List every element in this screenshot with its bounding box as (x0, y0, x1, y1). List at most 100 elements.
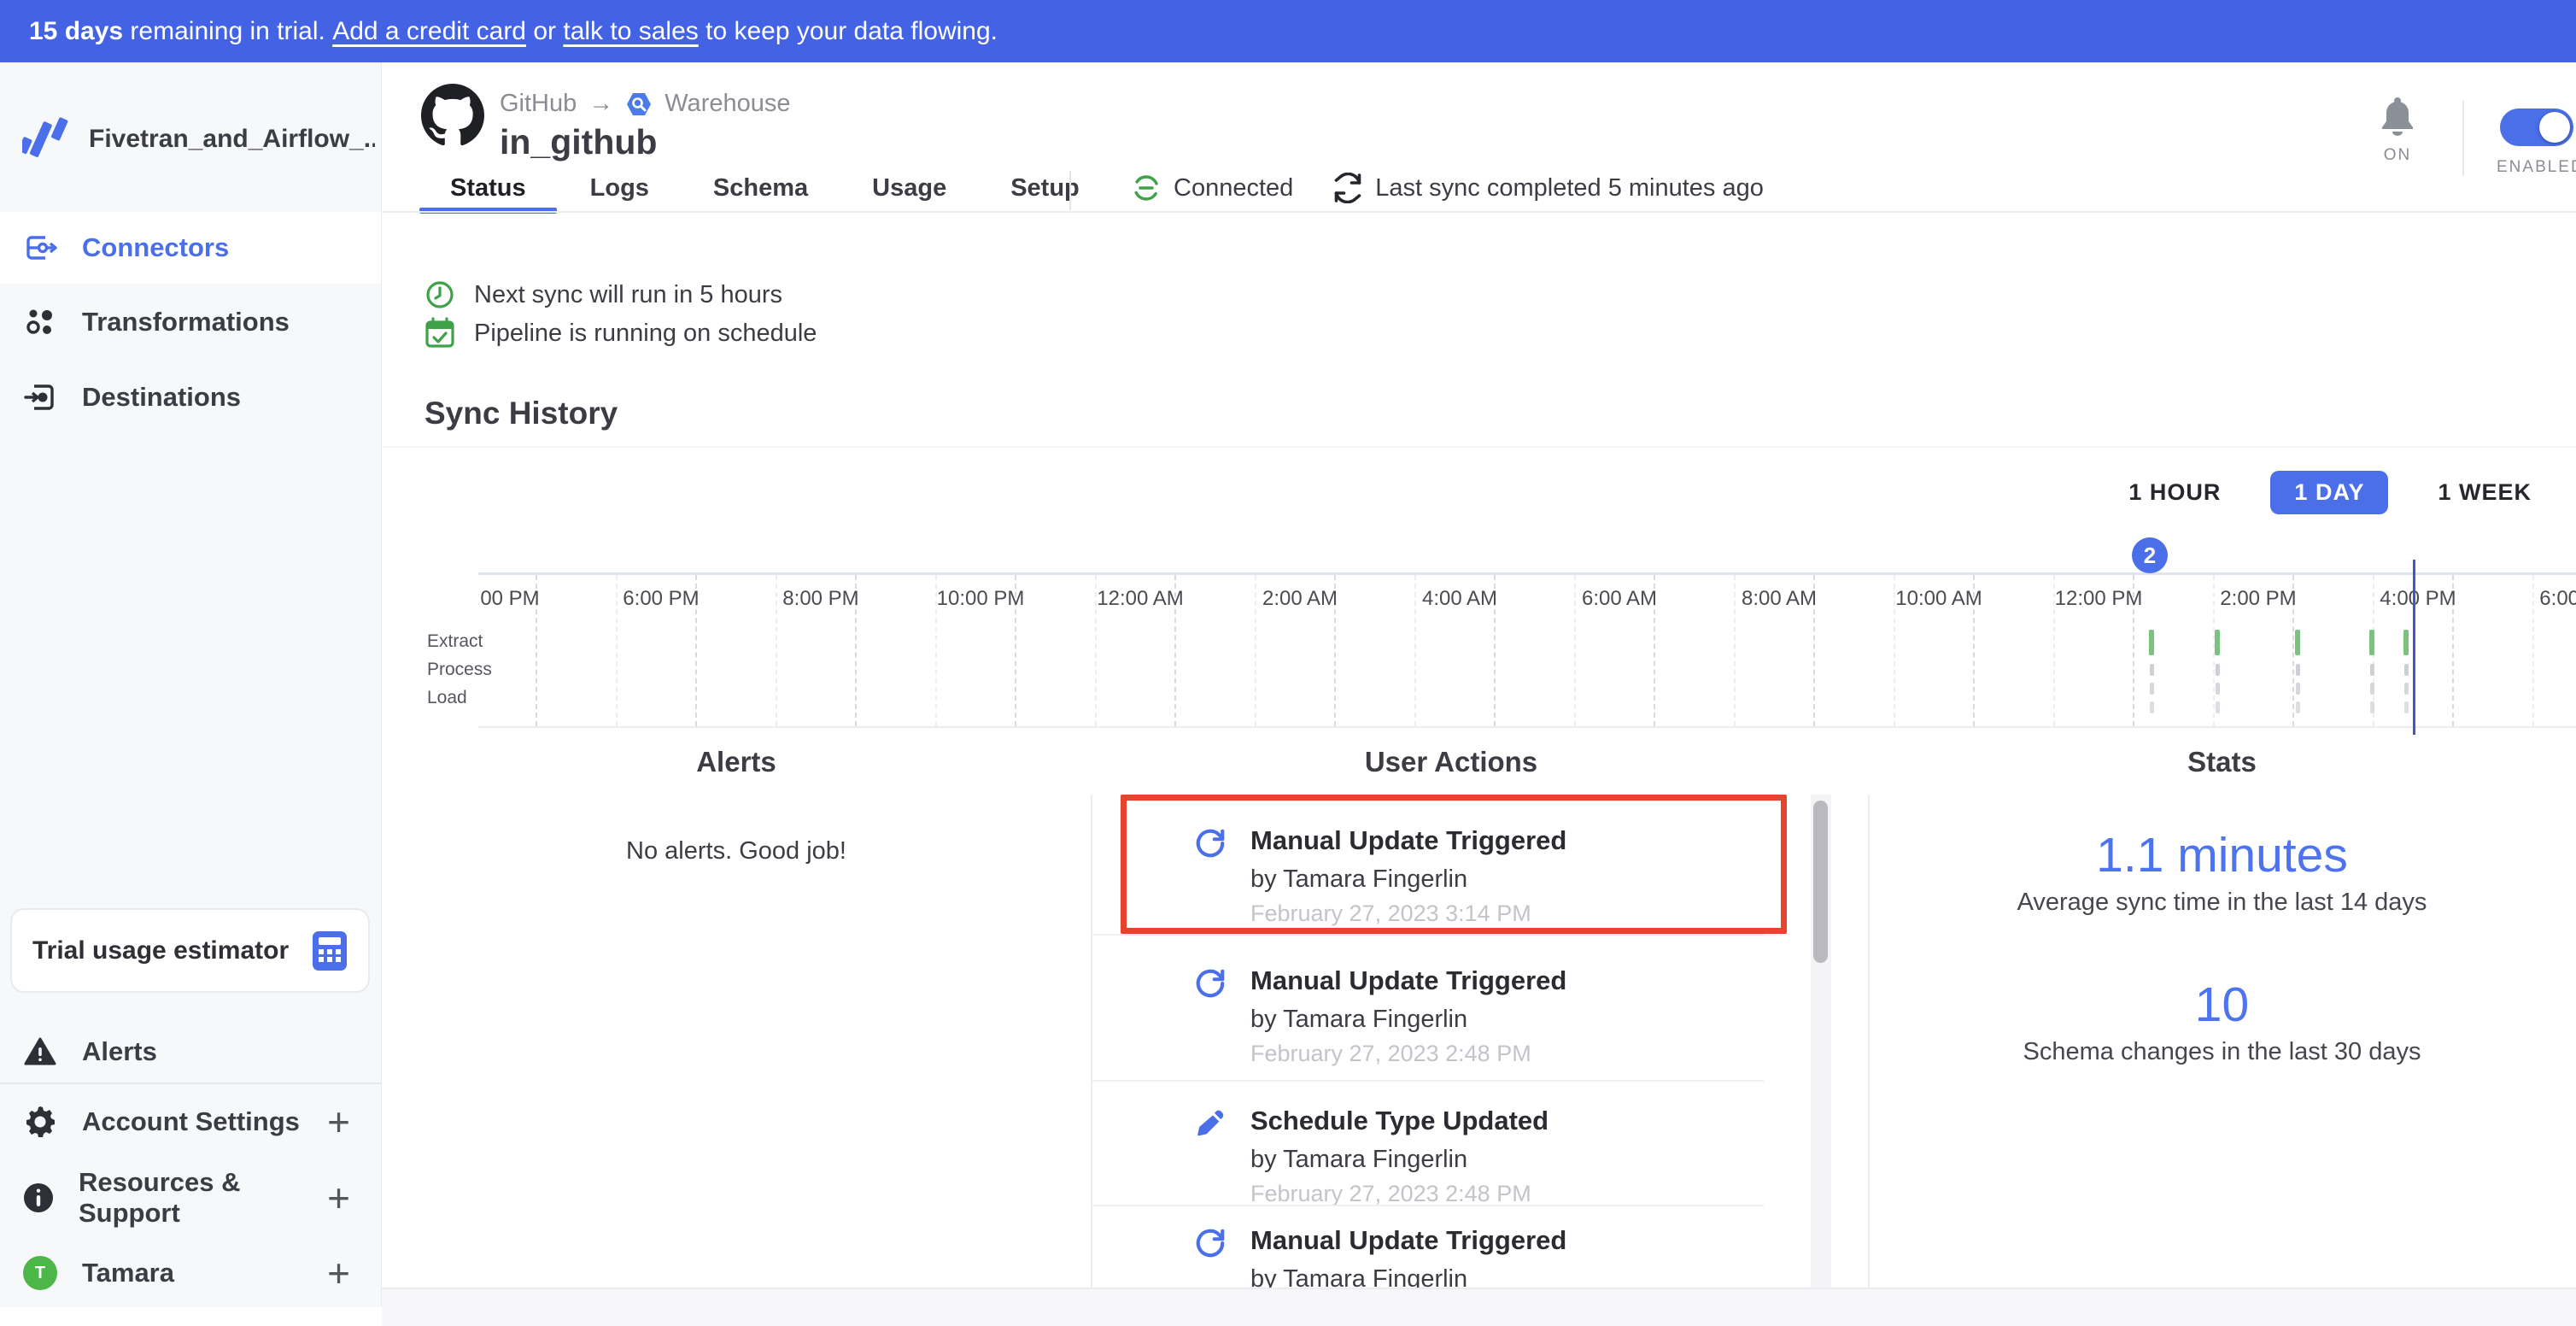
info-circle-icon (22, 1182, 55, 1214)
action-author: by Tamara Fingerlin (1250, 1143, 1549, 1176)
sync-dash (2370, 683, 2374, 695)
tab-status[interactable]: Status (450, 174, 526, 202)
expand-plus-icon[interactable]: + (327, 1181, 350, 1215)
scrollbar-track[interactable] (1811, 795, 1831, 1288)
sync-count-badge[interactable]: 2 (2132, 537, 2168, 573)
header-divider (2462, 101, 2464, 176)
trial-days: 15 days (29, 17, 123, 46)
sidebar: Fivetran_and_Airflow_... Connectors Tran… (0, 62, 382, 1307)
time-axis-label: 10:00 PM (916, 587, 1045, 611)
time-axis-label: 12:00 AM (1076, 587, 1204, 611)
range-1-day[interactable]: 1 DAY (2270, 471, 2388, 514)
header-divider (1069, 171, 1071, 210)
stat-schema-changes: 10 (1868, 977, 2576, 1033)
sidebar-item-label: Destinations (82, 382, 241, 413)
row-label-load: Load (427, 688, 477, 708)
time-axis-label: 12:00 PM (2034, 587, 2163, 611)
list-divider (1091, 1080, 1764, 1082)
stat-avg-sync-time: 1.1 minutes (1868, 827, 2576, 883)
breadcrumb-source[interactable]: GitHub (500, 90, 577, 118)
add-credit-card-link[interactable]: Add a credit card (332, 17, 526, 46)
current-time-marker (2413, 560, 2415, 735)
transformations-icon (22, 305, 58, 339)
alerts-empty-text: No alerts. Good job! (382, 837, 1091, 865)
sidebar-item-destinations[interactable]: Destinations (0, 361, 381, 433)
sync-refresh-icon[interactable] (1332, 173, 1363, 203)
sidebar-item-label: Transformations (82, 307, 290, 337)
time-axis-label: 4:00 PM (478, 587, 565, 611)
trial-usage-label: Trial usage estimator (32, 936, 289, 965)
timeline-plot: 4:00 PM6:00 PM8:00 PM10:00 PM12:00 AM2:0… (478, 572, 2576, 728)
fivetran-logo-icon (22, 112, 72, 167)
stat-schema-changes-label: Schema changes in the last 30 days (1868, 1038, 2576, 1066)
sync-dash (2150, 701, 2154, 713)
user-action-item[interactable]: Manual Update Triggered by Tamara Finger… (1194, 965, 1777, 1068)
scrollbar-thumb[interactable] (1813, 801, 1828, 963)
breadcrumb-arrow-icon: → (588, 90, 613, 118)
stat-avg-sync-time-label: Average sync time in the last 14 days (1868, 889, 2576, 917)
notifications-state-label: ON (2355, 146, 2440, 165)
breadcrumb-destination[interactable]: Warehouse (664, 90, 790, 118)
avatar: T (23, 1256, 57, 1290)
enabled-control: ENABLED (2497, 109, 2576, 177)
time-axis-label: 10:00 AM (1875, 587, 2003, 611)
time-axis-label: 8:00 PM (757, 587, 885, 611)
range-1-week[interactable]: 1 WEEK (2438, 479, 2532, 506)
github-logo-icon (421, 84, 484, 147)
trial-banner: 15 days remaining in trial. Add a credit… (0, 0, 2576, 62)
sync-dash (2296, 701, 2300, 713)
sync-tick-extract (2369, 630, 2374, 655)
sidebar-item-resources-support[interactable]: Resources & Support + (0, 1168, 381, 1228)
clock-icon (424, 279, 455, 310)
sync-dash (2150, 664, 2154, 676)
next-sync-note: Next sync will run in 5 hours (424, 278, 782, 312)
expand-plus-icon[interactable]: + (327, 1105, 350, 1139)
enabled-toggle[interactable] (2500, 109, 2573, 146)
sync-history-chart: Extract Process Load 4:00 PM6:00 PM8:00 … (382, 541, 2576, 750)
action-title: Schedule Type Updated (1250, 1106, 1549, 1136)
sync-dash (2370, 664, 2374, 676)
sync-dash (2216, 664, 2220, 676)
sidebar-item-transformations[interactable]: Transformations (0, 286, 381, 358)
trial-usage-estimator[interactable]: Trial usage estimator (10, 908, 370, 993)
notifications-control[interactable]: ON (2355, 97, 2440, 165)
sync-dash (2404, 701, 2409, 713)
calendar-check-icon (424, 317, 455, 349)
connectors-icon (22, 230, 58, 266)
sidebar-item-account-settings[interactable]: Account Settings + (0, 1092, 381, 1152)
time-axis-label: 2:00 PM (2194, 587, 2322, 611)
sync-dash (2296, 683, 2300, 695)
action-title: Manual Update Triggered (1250, 825, 1566, 856)
gear-icon (22, 1105, 58, 1139)
tab-logs[interactable]: Logs (590, 174, 649, 202)
sidebar-item-user[interactable]: T Tamara + (0, 1243, 381, 1303)
footer-strip (382, 1288, 2576, 1326)
account-switcher[interactable]: Fivetran_and_Airflow_... (22, 112, 375, 167)
warehouse-icon (625, 91, 653, 118)
row-label-extract: Extract (427, 631, 477, 652)
sidebar-item-alerts[interactable]: Alerts (0, 1022, 381, 1082)
sidebar-divider (0, 1083, 381, 1084)
last-sync-label: Last sync completed 5 minutes ago (1375, 174, 1764, 202)
alerts-heading: Alerts (382, 746, 1091, 778)
user-action-item[interactable]: Manual Update Triggered by Tamara Finger… (1194, 1225, 1777, 1288)
time-range-selector: 1 HOUR 1 DAY 1 WEEK (2128, 471, 2532, 514)
user-action-item[interactable]: Manual Update Triggered by Tamara Finger… (1194, 825, 1777, 928)
range-1-hour[interactable]: 1 HOUR (2128, 479, 2221, 506)
sync-tick-extract (2403, 630, 2409, 655)
action-author: by Tamara Fingerlin (1250, 1003, 1566, 1036)
connected-icon (1131, 173, 1162, 203)
user-action-item[interactable]: Schedule Type Updated by Tamara Fingerli… (1194, 1106, 1777, 1208)
action-author: by Tamara Fingerlin (1250, 1263, 1566, 1288)
sidebar-item-connectors[interactable]: Connectors (0, 212, 381, 284)
connected-label: Connected (1174, 174, 1293, 202)
expand-plus-icon[interactable]: + (327, 1256, 350, 1290)
sync-dash (2370, 701, 2374, 713)
time-axis-label: 6:00 AM (1555, 587, 1683, 611)
tab-schema[interactable]: Schema (713, 174, 808, 202)
sidebar-item-label: Tamara (82, 1258, 174, 1288)
tab-usage[interactable]: Usage (872, 174, 946, 202)
sync-dash (2296, 664, 2300, 676)
talk-to-sales-link[interactable]: talk to sales (563, 17, 698, 46)
sidebar-item-label: Resources & Support (79, 1167, 303, 1229)
